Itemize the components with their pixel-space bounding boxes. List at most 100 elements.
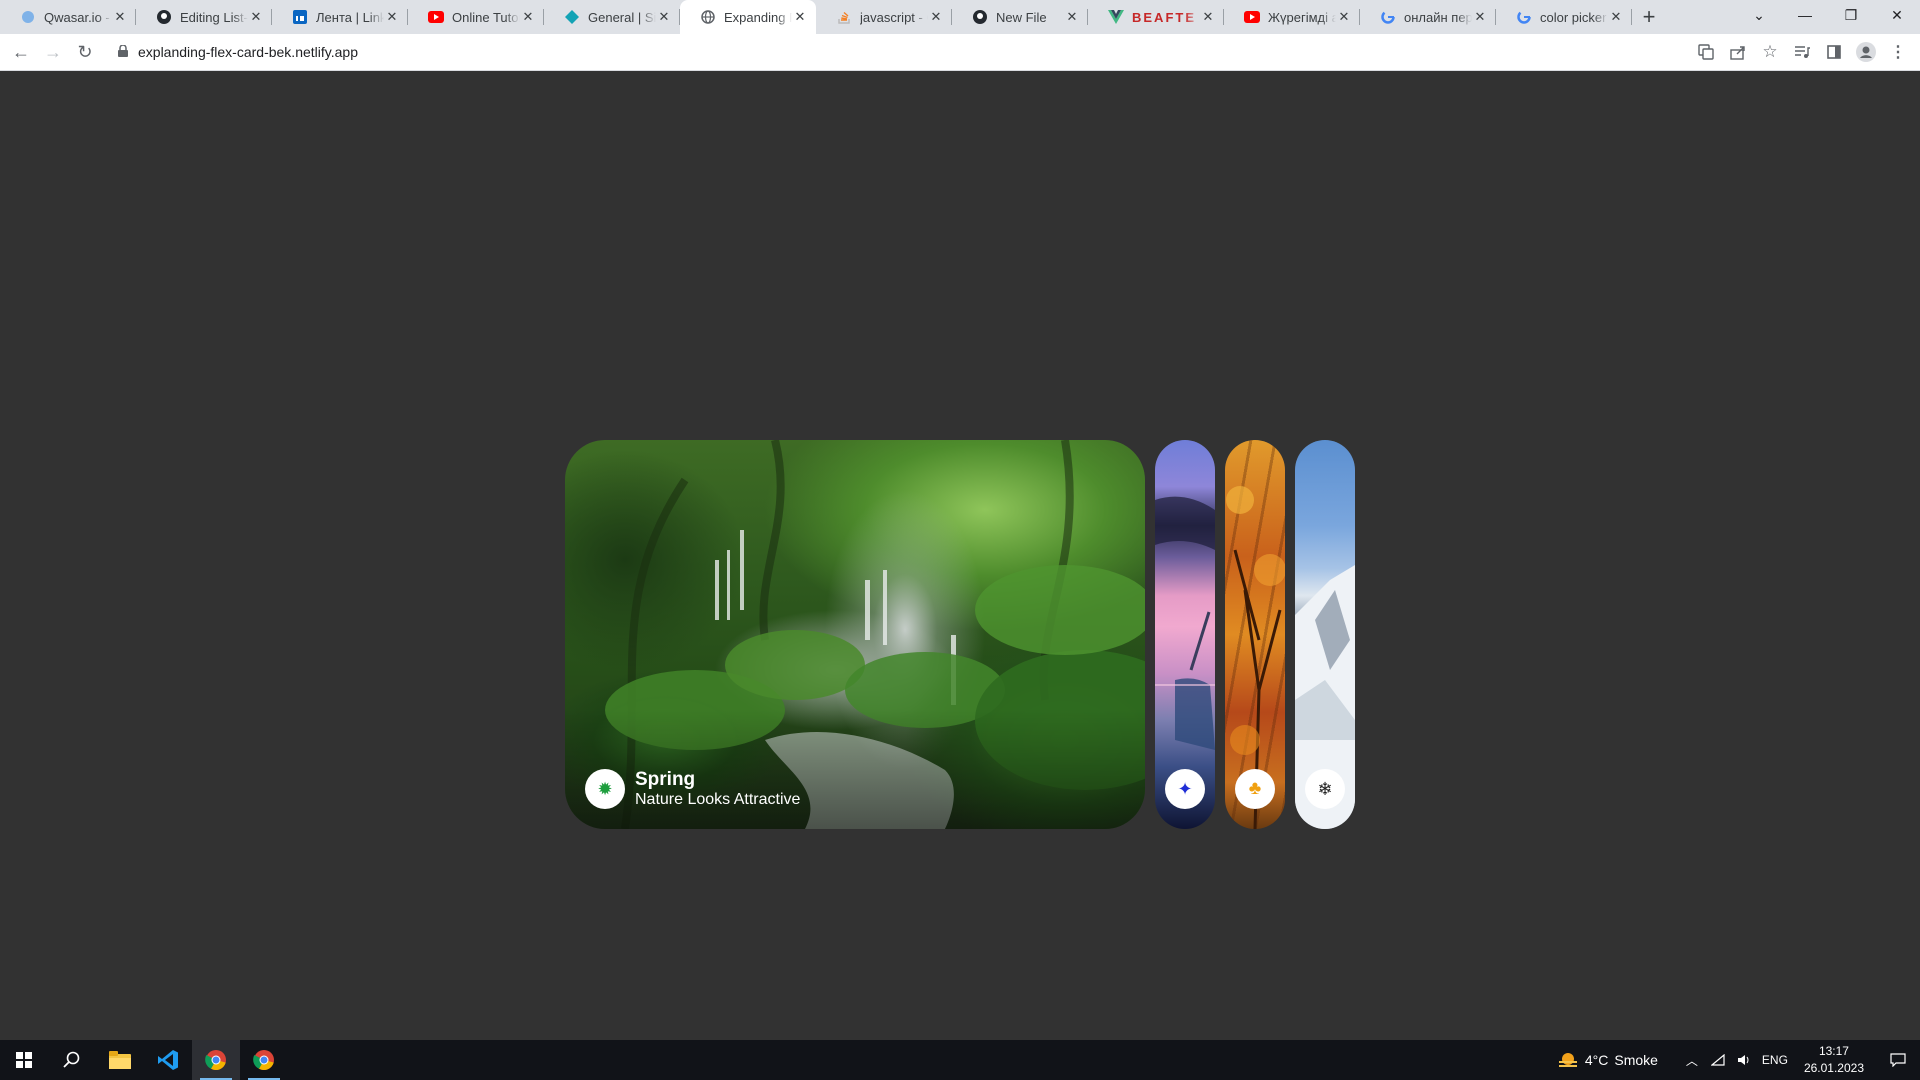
tree-icon: ♣ [1235, 769, 1275, 809]
window-controls: ⌄ — ❐ ✕ [1736, 0, 1920, 30]
card-label: ✹ Spring Nature Looks Attractive [585, 769, 800, 809]
close-tab-icon[interactable]: ✕ [792, 9, 808, 25]
browser-tab[interactable]: Жүрегімді ая ✕ [1224, 0, 1360, 34]
tab-title: BEAFTE [1132, 9, 1196, 25]
back-icon[interactable]: ← [5, 36, 37, 68]
card-label: ♣ [1235, 769, 1275, 809]
close-window-icon[interactable]: ✕ [1874, 0, 1920, 30]
close-tab-icon[interactable]: ✕ [1064, 9, 1080, 25]
language-indicator[interactable]: ENG [1758, 1053, 1792, 1067]
browser-tab[interactable]: General | Site ✕ [544, 0, 680, 34]
browser-tab[interactable]: color picker - ✕ [1496, 0, 1632, 34]
close-tab-icon[interactable]: ✕ [1336, 9, 1352, 25]
browser-tab[interactable]: Online Tutoria ✕ [408, 0, 544, 34]
network-icon[interactable] [1706, 1054, 1730, 1066]
browser-toolbar: ← → ↻ explanding-flex-card-bek.netlify.a… [0, 34, 1920, 71]
page-viewport: ✹ Spring Nature Looks Attractive ✦ ♣ ❄ [0, 71, 1920, 1038]
browser-tab[interactable]: Qwasar.io - K ✕ [0, 0, 136, 34]
bookmark-star-icon[interactable]: ☆ [1754, 37, 1786, 67]
tab-title: javascript - Ge [860, 9, 928, 25]
weather-widget[interactable]: 4°C Smoke [1557, 1051, 1658, 1069]
lock-icon [118, 44, 128, 60]
card-label: ✦ [1165, 769, 1205, 809]
windows-icon [16, 1052, 32, 1068]
weather-temp: 4°C [1584, 1052, 1609, 1068]
expanding-cards-container: ✹ Spring Nature Looks Attractive ✦ ♣ ❄ [565, 440, 1355, 829]
close-tab-icon[interactable]: ✕ [656, 9, 672, 25]
browser-tab-active[interactable]: Expanding Fle ✕ [680, 0, 816, 34]
browser-tab-strip: Qwasar.io - K ✕ Editing List-St ✕ Лента … [0, 0, 1920, 34]
tab-title: онлайн пере [1404, 9, 1472, 25]
browser-tab[interactable]: онлайн пере ✕ [1360, 0, 1496, 34]
file-explorer-icon[interactable] [96, 1040, 144, 1080]
search-icon[interactable] [48, 1040, 96, 1080]
new-tab-button[interactable]: + [1632, 0, 1666, 34]
chrome-icon[interactable] [240, 1040, 288, 1080]
qwasar-icon [20, 9, 36, 25]
browser-tab[interactable]: Лента | Linked ✕ [272, 0, 408, 34]
linkedin-icon [292, 9, 308, 25]
chrome-icon[interactable] [192, 1040, 240, 1080]
windows-taskbar: 4°C Smoke ︿ ENG 13:17 26.01.2023 [0, 1040, 1920, 1080]
share-icon[interactable] [1722, 37, 1754, 67]
tab-search-icon[interactable]: ⌄ [1736, 0, 1782, 30]
youtube-icon [1244, 9, 1260, 25]
close-tab-icon[interactable]: ✕ [928, 9, 944, 25]
card-autumn[interactable]: ♣ [1225, 440, 1285, 829]
system-tray: 4°C Smoke ︿ ENG 13:17 26.01.2023 [1557, 1040, 1920, 1080]
start-button[interactable] [0, 1040, 48, 1080]
minimize-icon[interactable]: — [1782, 0, 1828, 30]
address-bar[interactable]: explanding-flex-card-bek.netlify.app [104, 37, 1744, 67]
close-tab-icon[interactable]: ✕ [248, 9, 264, 25]
snowflake-icon: ❄ [1305, 769, 1345, 809]
clock-date: 26.01.2023 [1803, 1061, 1864, 1075]
tab-title: Жүрегімді ая [1268, 9, 1336, 25]
card-summer[interactable]: ✦ [1155, 440, 1215, 829]
reload-icon[interactable]: ↻ [69, 36, 101, 68]
close-tab-icon[interactable]: ✕ [1472, 9, 1488, 25]
clock[interactable]: 13:17 26.01.2023 [1804, 1043, 1864, 1077]
browser-tab[interactable]: javascript - Ge ✕ [816, 0, 952, 34]
stackoverflow-icon [836, 9, 852, 25]
side-panel-icon[interactable] [1818, 37, 1850, 67]
forward-icon[interactable]: → [37, 36, 69, 68]
vue-icon [1108, 9, 1124, 25]
browser-tab[interactable]: BEAFTE ✕ [1088, 0, 1224, 34]
profile-avatar[interactable] [1850, 37, 1882, 67]
volume-icon[interactable] [1732, 1054, 1756, 1066]
notification-icon[interactable] [1878, 1053, 1918, 1067]
card-subtitle: Nature Looks Attractive [635, 791, 801, 808]
diamond-icon [564, 9, 580, 25]
weather-condition: Smoke [1614, 1052, 1658, 1068]
sparkle-icon: ✦ [1165, 769, 1205, 809]
google-icon [1516, 9, 1532, 25]
chevron-up-icon[interactable]: ︿ [1680, 1052, 1704, 1069]
translate-icon[interactable] [1690, 37, 1722, 67]
menu-kebab-icon[interactable]: ⋮ [1882, 37, 1914, 67]
browser-tab[interactable]: New File ✕ [952, 0, 1088, 34]
close-tab-icon[interactable]: ✕ [1200, 9, 1216, 25]
tab-title: Editing List-St [180, 9, 248, 25]
restore-icon[interactable]: ❐ [1828, 0, 1874, 30]
close-tab-icon[interactable]: ✕ [1608, 9, 1624, 25]
weather-haze-icon [1558, 1053, 1577, 1067]
github-icon [156, 9, 172, 25]
youtube-icon [428, 9, 444, 25]
tab-title: New File [996, 9, 1047, 25]
card-title: Spring [635, 769, 696, 790]
tab-title: Лента | Linked [316, 9, 384, 25]
tab-title: Online Tutoria [452, 9, 520, 25]
card-label: ❄ [1305, 769, 1345, 809]
close-tab-icon[interactable]: ✕ [384, 9, 400, 25]
media-control-icon[interactable] [1786, 37, 1818, 67]
vscode-icon[interactable] [144, 1040, 192, 1080]
tab-title: Expanding Fle [724, 9, 792, 25]
card-spring[interactable]: ✹ Spring Nature Looks Attractive [565, 440, 1145, 829]
sun-icon: ✹ [585, 769, 625, 809]
close-tab-icon[interactable]: ✕ [112, 9, 128, 25]
close-tab-icon[interactable]: ✕ [520, 9, 536, 25]
google-icon [1380, 9, 1396, 25]
card-winter[interactable]: ❄ [1295, 440, 1355, 829]
github-icon [972, 9, 988, 25]
browser-tab[interactable]: Editing List-St ✕ [136, 0, 272, 34]
